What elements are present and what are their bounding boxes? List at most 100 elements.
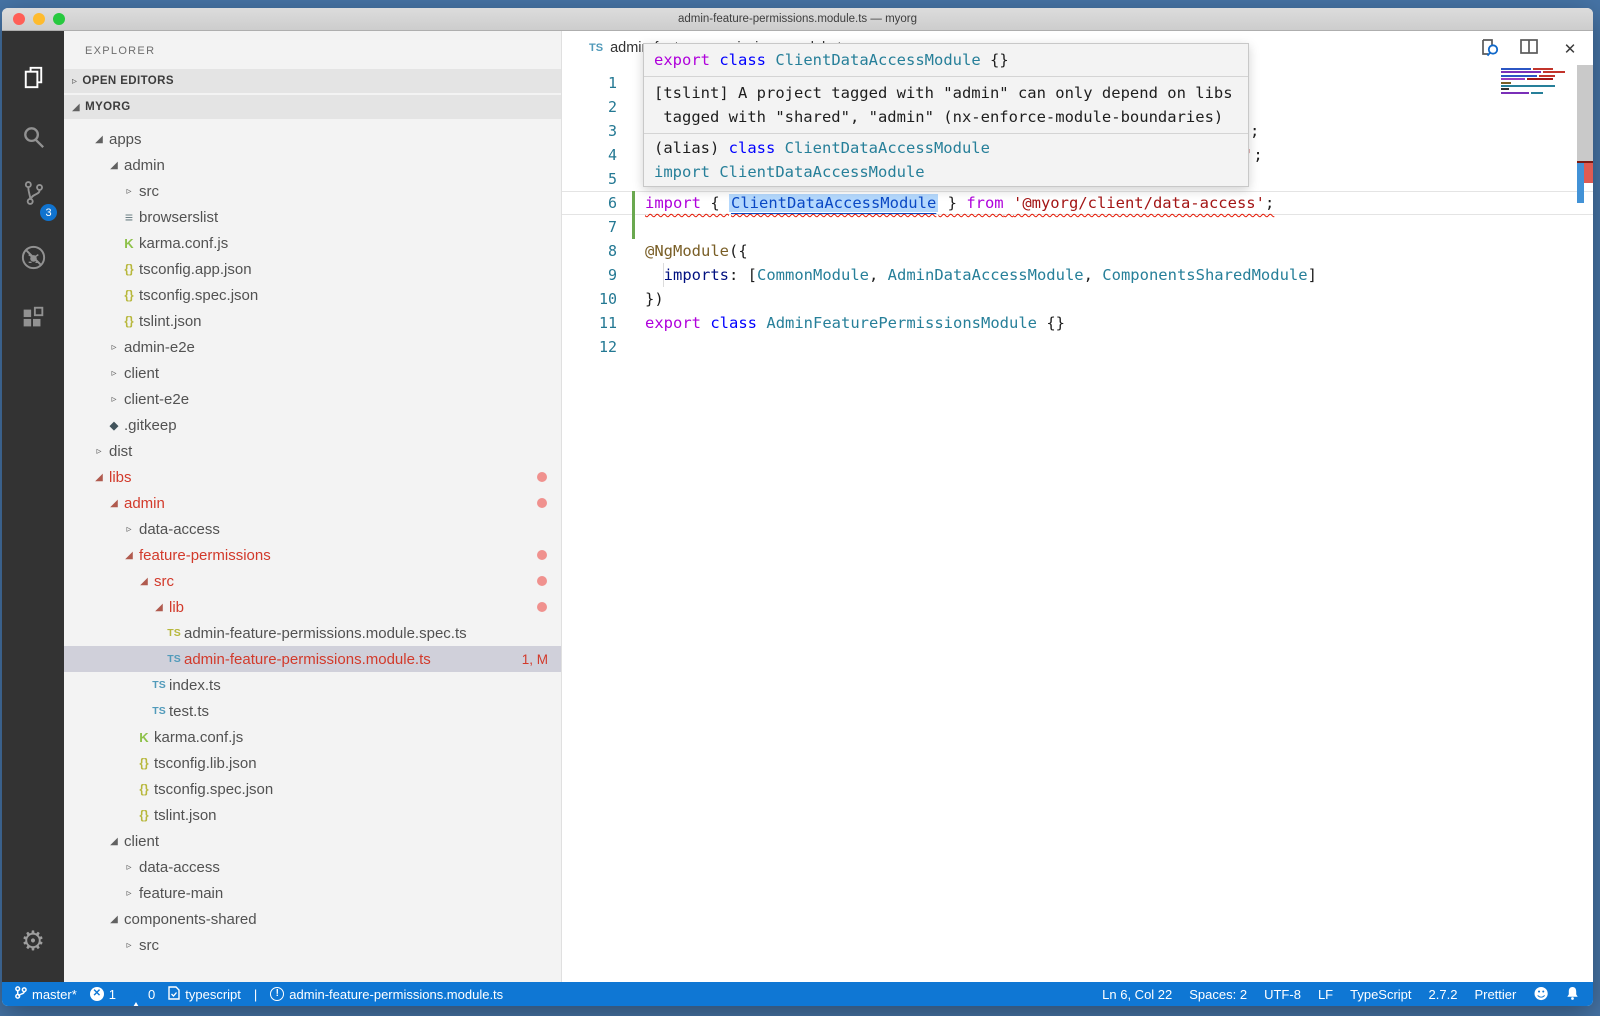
close-icon: ✕ xyxy=(1564,42,1577,57)
chevron-collapsed-icon: ▹ xyxy=(72,76,77,87)
karma-file-icon: K xyxy=(134,730,154,745)
tree-item-karma.conf.js[interactable]: Kkarma.conf.js xyxy=(64,724,561,750)
desktop: admin-feature-permissions.module.ts — my… xyxy=(0,0,1600,1016)
status-ln-6-col-22[interactable]: Ln 6, Col 22 xyxy=(1102,987,1172,1002)
status-smiley[interactable]: ☻ xyxy=(1533,987,1549,1002)
tree-item-src[interactable]: ◢src xyxy=(64,568,561,594)
activity-debug-disabled[interactable] xyxy=(2,238,64,282)
code-area[interactable]: 1 2 3 4 5 6import { ClientDataAccessModu… xyxy=(562,65,1593,982)
activity-settings[interactable]: ⚙ xyxy=(2,919,64,963)
status-error-circle[interactable]: ✕1 xyxy=(90,987,116,1002)
code-line-9[interactable]: 9 imports: [CommonModule, AdminDataAcces… xyxy=(562,263,1593,287)
tree-item-client[interactable]: ◢client xyxy=(64,828,561,854)
list-file-icon: ≡ xyxy=(119,209,139,225)
tree-item-apps[interactable]: ◢apps xyxy=(64,126,561,152)
tree-item-components-shared[interactable]: ◢components-shared xyxy=(64,906,561,932)
status--[interactable]: | xyxy=(254,987,257,1002)
status-typescript[interactable]: TypeScript xyxy=(1350,987,1411,1002)
tree-item-src[interactable]: ▹src xyxy=(64,932,561,958)
tree-item-tslint.json[interactable]: {}tslint.json xyxy=(64,308,561,334)
activity-search[interactable] xyxy=(2,118,64,162)
explorer-sidebar: EXPLORER ▹ OPEN EDITORS ◢ MYORG ◢apps ◢a… xyxy=(64,31,562,982)
tree-item-data-access[interactable]: ▹data-access xyxy=(64,854,561,880)
tree-item-admin-feature-permissions.module.spec.ts[interactable]: TSadmin-feature-permissions.module.spec.… xyxy=(64,620,561,646)
status-bell[interactable] xyxy=(1566,986,1579,1003)
tree-item-.gitkeep[interactable]: ◆.gitkeep xyxy=(64,412,561,438)
tree-item-admin-e2e[interactable]: ▹admin-e2e xyxy=(64,334,561,360)
tree-item-index.ts[interactable]: TSindex.ts xyxy=(64,672,561,698)
problem-dot xyxy=(537,498,547,508)
tree-item-src[interactable]: ▹src xyxy=(64,178,561,204)
tree-item-libs[interactable]: ◢libs xyxy=(64,464,561,490)
tree-item-admin[interactable]: ◢admin xyxy=(64,490,561,516)
activity-source-control[interactable]: 3 xyxy=(2,173,64,217)
tree-item-feature-permissions[interactable]: ◢feature-permissions xyxy=(64,542,561,568)
chevron-expanded-icon: ◢ xyxy=(110,836,118,847)
tree-item-dist[interactable]: ▹dist xyxy=(64,438,561,464)
status-2-7-2[interactable]: 2.7.2 xyxy=(1429,987,1458,1002)
git-branch-icon xyxy=(14,985,27,1003)
debug-disabled-icon xyxy=(19,243,48,277)
hover-alias-info: (alias) class ClientDataAccessModuleimpo… xyxy=(644,134,1248,186)
tree-item-tslint.json[interactable]: {}tslint.json xyxy=(64,802,561,828)
chevron-collapsed-icon: ▹ xyxy=(96,446,101,457)
tree-item-client[interactable]: ▹client xyxy=(64,360,561,386)
tree-item-feature-main[interactable]: ▹feature-main xyxy=(64,880,561,906)
minimize-window-button[interactable] xyxy=(33,13,45,25)
extensions-icon xyxy=(19,304,47,337)
warning-triangle-icon: ! xyxy=(129,987,143,1002)
status-utf-8[interactable]: UTF-8 xyxy=(1264,987,1301,1002)
tree-item-tsconfig.app.json[interactable]: {}tsconfig.app.json xyxy=(64,256,561,282)
window-title: admin-feature-permissions.module.ts — my… xyxy=(678,13,917,25)
tree-item-admin[interactable]: ◢admin xyxy=(64,152,561,178)
section-open-editors[interactable]: ▹ OPEN EDITORS xyxy=(64,69,561,93)
json-file-icon: {} xyxy=(119,314,139,328)
open-preview-button[interactable] xyxy=(1478,38,1500,60)
tree-item-admin-feature-permissions.module.ts[interactable]: TSadmin-feature-permissions.module.ts 1,… xyxy=(64,646,561,672)
close-window-button[interactable] xyxy=(13,13,25,25)
chevron-expanded-icon: ◢ xyxy=(155,602,163,613)
status-spaces-2[interactable]: Spaces: 2 xyxy=(1189,987,1247,1002)
code-line-11[interactable]: 11export class AdminFeaturePermissionsMo… xyxy=(562,311,1593,335)
lint-doc-icon xyxy=(168,986,180,1003)
chevron-collapsed-icon: ▹ xyxy=(111,368,116,379)
tree-item-client-e2e[interactable]: ▹client-e2e xyxy=(64,386,561,412)
status-info-circle[interactable]: !admin-feature-permissions.module.ts xyxy=(270,987,503,1002)
problem-dot xyxy=(537,550,547,560)
activity-explorer[interactable] xyxy=(2,58,64,102)
tree-item-tsconfig.spec.json[interactable]: {}tsconfig.spec.json xyxy=(64,282,561,308)
title-bar[interactable]: admin-feature-permissions.module.ts — my… xyxy=(2,8,1593,31)
tree-item-tsconfig.lib.json[interactable]: {}tsconfig.lib.json xyxy=(64,750,561,776)
activity-bar: 3 ⚙ xyxy=(2,31,64,982)
ruler-error-mark xyxy=(1584,163,1593,183)
activity-extensions[interactable] xyxy=(2,298,64,342)
tree-item-data-access[interactable]: ▹data-access xyxy=(64,516,561,542)
code-line-10[interactable]: 10}) xyxy=(562,287,1593,311)
minimap[interactable] xyxy=(1501,68,1569,95)
traffic-lights xyxy=(13,13,65,25)
tree-item-karma.conf.js[interactable]: Kkarma.conf.js xyxy=(64,230,561,256)
code-line-8[interactable]: 8@NgModule({ xyxy=(562,239,1593,263)
zoom-window-button[interactable] xyxy=(53,13,65,25)
status-git-branch[interactable]: master* xyxy=(14,985,77,1003)
section-myorg[interactable]: ◢ MYORG xyxy=(64,95,561,119)
close-editor-button[interactable]: ✕ xyxy=(1559,38,1581,60)
status-lf[interactable]: LF xyxy=(1318,987,1333,1002)
scm-badge: 3 xyxy=(40,204,57,221)
json-file-icon: {} xyxy=(134,782,154,796)
status-warning-triangle[interactable]: !0 xyxy=(129,987,155,1002)
tree-item-test.ts[interactable]: TStest.ts xyxy=(64,698,561,724)
tree-item-browserslist[interactable]: ≡browserslist xyxy=(64,204,561,230)
problem-dot xyxy=(537,576,547,586)
chevron-expanded-icon: ◢ xyxy=(110,498,118,509)
overview-ruler[interactable] xyxy=(1577,65,1593,982)
code-line-7[interactable]: 7 xyxy=(562,215,1593,239)
split-editor-button[interactable] xyxy=(1518,38,1540,60)
code-line-6[interactable]: 6import { ClientDataAccessModule } from … xyxy=(562,191,1593,215)
tree-item-tsconfig.spec.json[interactable]: {}tsconfig.spec.json xyxy=(64,776,561,802)
problem-dot xyxy=(537,472,547,482)
status-prettier[interactable]: Prettier xyxy=(1474,987,1516,1002)
status-lint-doc[interactable]: typescript xyxy=(168,986,241,1003)
code-line-12[interactable]: 12 xyxy=(562,335,1593,359)
tree-item-lib[interactable]: ◢lib xyxy=(64,594,561,620)
